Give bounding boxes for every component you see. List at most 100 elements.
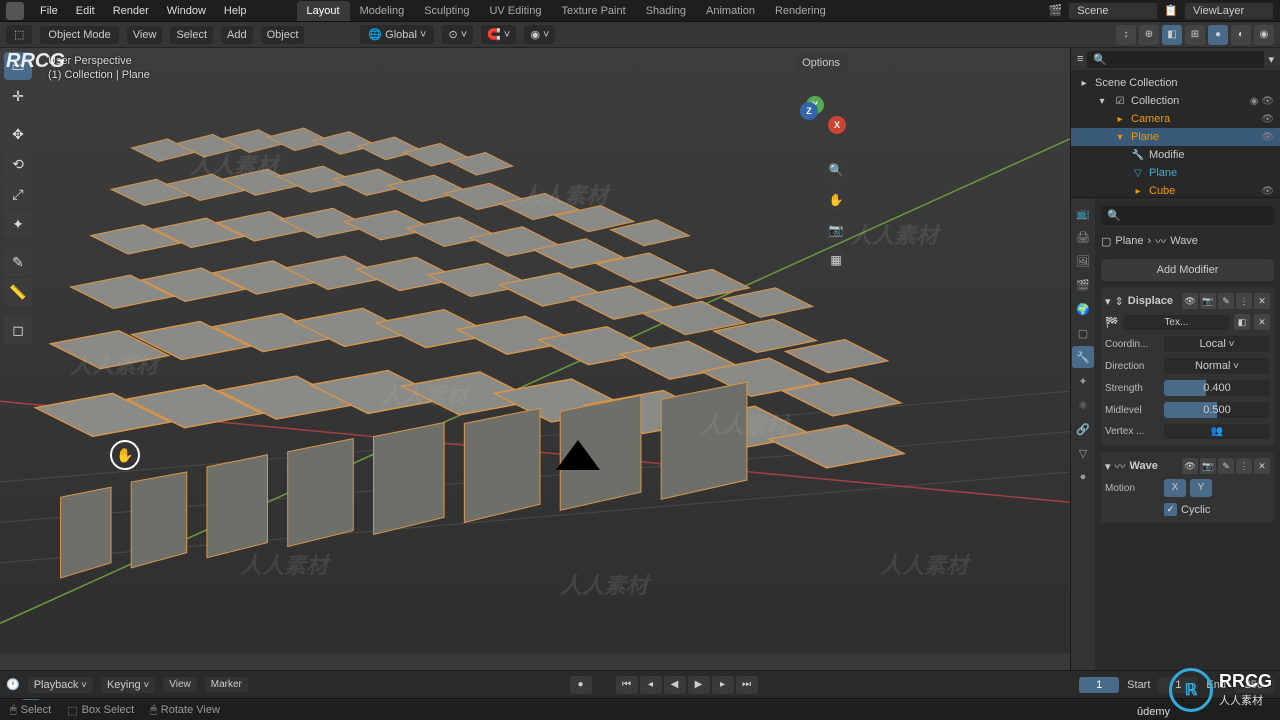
viewport-options-button[interactable]: Options [794,54,848,72]
zoom-icon[interactable]: 🔍 [824,158,848,182]
direction-dropdown[interactable]: Normal ˅ [1164,358,1270,374]
axis-gizmo[interactable]: X Y Z [792,94,848,150]
pan-icon[interactable]: ✋ [824,188,848,212]
prop-tab-data[interactable]: ▽ [1072,442,1094,464]
header-object[interactable]: Object [261,26,305,44]
breadcrumb-obj[interactable]: Plane [1115,235,1143,247]
vertex-field[interactable]: 👥 [1164,424,1270,439]
chevron-down-icon[interactable]: ▾ [1105,460,1111,473]
add-modifier-button[interactable]: Add Modifier [1101,259,1274,281]
menu-edit[interactable]: Edit [68,2,103,20]
prop-tab-output[interactable]: 🖨 [1072,226,1094,248]
outliner-row-scene-collection[interactable]: ▸ Scene Collection [1071,74,1280,92]
mod-menu-icon[interactable]: ⋮ [1236,458,1252,474]
mod-render-icon[interactable]: 📷 [1200,293,1216,309]
timeline-editor-icon[interactable]: 🕐 [6,678,20,691]
next-key-icon[interactable]: ▸ [712,676,734,694]
tab-texture-paint[interactable]: Texture Paint [551,1,635,21]
menu-file[interactable]: File [32,2,66,20]
outliner-row-plane-data[interactable]: ▽ Plane [1071,164,1280,182]
midlevel-slider[interactable]: 0.500 [1164,402,1270,418]
gizmo-x-icon[interactable]: X [828,116,846,134]
editor-type-dropdown[interactable]: ⬚ [6,25,32,44]
prop-tab-particles[interactable]: ✦ [1072,370,1094,392]
transform-tool-icon[interactable]: ✦ [4,210,32,238]
measure-tool-icon[interactable]: 📏 [4,278,32,306]
texture-field[interactable]: Tex... [1123,315,1230,330]
properties-search[interactable]: 🔍 [1101,206,1274,225]
timeline-playback[interactable]: Playback ˅ [28,677,93,693]
scale-tool-icon[interactable]: ⤢ [4,180,32,208]
cursor-tool-icon[interactable]: ✛ [4,82,32,110]
mod-edit-icon[interactable]: ✎ [1218,458,1234,474]
texture-browse-icon[interactable]: ◧ [1234,314,1250,330]
xray-toggle-icon[interactable]: ◧ [1162,25,1182,45]
app-logo-icon[interactable] [6,2,24,20]
outliner-toggles[interactable]: 👁 [1261,132,1274,143]
solid-shading-icon[interactable]: ● [1208,25,1228,45]
annotate-tool-icon[interactable]: ✎ [4,248,32,276]
mod-menu-icon[interactable]: ⋮ [1236,293,1252,309]
add-cube-tool-icon[interactable]: ◻ [4,316,32,344]
cyclic-checkbox[interactable]: ✓ [1164,503,1177,516]
mod-edit-icon[interactable]: ✎ [1218,293,1234,309]
tab-layout[interactable]: Layout [297,1,350,21]
outliner-toggles[interactable]: ◉ 👁 [1250,96,1274,107]
outliner-filter-icon[interactable]: ▾ [1268,53,1274,66]
prop-tab-scene[interactable]: 🎬 [1072,274,1094,296]
outliner-toggles[interactable]: 👁 [1261,114,1274,125]
outliner-row-modifier[interactable]: 🔧 Modifie [1071,146,1280,164]
prop-tab-constraints[interactable]: 🔗 [1072,418,1094,440]
outliner-row-plane[interactable]: ▾ Plane 👁 [1071,128,1280,146]
tab-animation[interactable]: Animation [696,1,765,21]
outliner-toggles[interactable]: 👁 [1261,186,1274,197]
start-frame-field[interactable]: 1 [1158,677,1198,693]
modifier-header[interactable]: ▾ 〰 Wave 👁 📷 ✎ ⋮ ✕ [1105,456,1270,476]
tab-shading[interactable]: Shading [636,1,696,21]
snap-toggle[interactable]: 🧲 ˅ [481,25,516,44]
header-add[interactable]: Add [221,26,253,44]
scene-field[interactable]: Scene [1068,2,1158,20]
menu-window[interactable]: Window [159,2,214,20]
orientation-dropdown[interactable]: 🌐 Global ˅ [360,25,434,44]
header-select[interactable]: Select [170,26,213,44]
prop-tab-modifiers[interactable]: 🔧 [1072,346,1094,368]
wireframe-shading-icon[interactable]: ⊞ [1185,25,1205,45]
prev-key-icon[interactable]: ◂ [640,676,662,694]
matprev-shading-icon[interactable]: ◐ [1231,25,1251,45]
mod-render-icon[interactable]: 📷 [1200,458,1216,474]
prop-tab-viewlayer[interactable]: 🖼 [1072,250,1094,272]
select-box-tool-icon[interactable]: ▭ [4,52,32,80]
rotate-tool-icon[interactable]: ⟲ [4,150,32,178]
current-frame-field[interactable]: 1 [1079,677,1119,693]
gizmo-z-icon[interactable]: Z [800,102,818,120]
prop-tab-world[interactable]: 🌍 [1072,298,1094,320]
outliner-type-icon[interactable]: ≡ [1077,53,1083,65]
outliner-search[interactable]: 🔍 [1087,51,1264,68]
tab-uv-editing[interactable]: UV Editing [479,1,551,21]
prop-tab-physics[interactable]: ⚛ [1072,394,1094,416]
outliner-row-cube[interactable]: ▸ Cube 👁 [1071,182,1280,198]
viewlayer-field[interactable]: ViewLayer [1184,2,1274,20]
mod-realtime-icon[interactable]: 👁 [1182,293,1198,309]
chevron-down-icon[interactable]: ▾ [1105,295,1111,308]
move-tool-icon[interactable]: ✥ [4,120,32,148]
prop-tab-object[interactable]: ▢ [1072,322,1094,344]
mod-close-icon[interactable]: ✕ [1254,458,1270,474]
timeline-keying[interactable]: Keying ˅ [101,677,155,693]
mod-realtime-icon[interactable]: 👁 [1182,458,1198,474]
menu-help[interactable]: Help [216,2,255,20]
texture-new-icon[interactable]: ✕ [1254,314,1270,330]
coord-dropdown[interactable]: Local ˅ [1164,336,1270,352]
jump-end-icon[interactable]: ⏭ [736,676,758,694]
strength-slider[interactable]: 0.400 [1164,380,1270,396]
jump-start-icon[interactable]: ⏮ [616,676,638,694]
timeline-view[interactable]: View [163,677,197,692]
prop-tab-material[interactable]: ● [1072,466,1094,488]
overlay-toggle-icon[interactable]: ⊕ [1139,25,1159,45]
mod-close-icon[interactable]: ✕ [1254,293,1270,309]
tab-modeling[interactable]: Modeling [350,1,415,21]
play-icon[interactable]: ▶ [688,676,710,694]
mode-dropdown[interactable]: Object Mode [40,26,118,44]
perspective-toggle-icon[interactable]: ▦ [824,248,848,272]
